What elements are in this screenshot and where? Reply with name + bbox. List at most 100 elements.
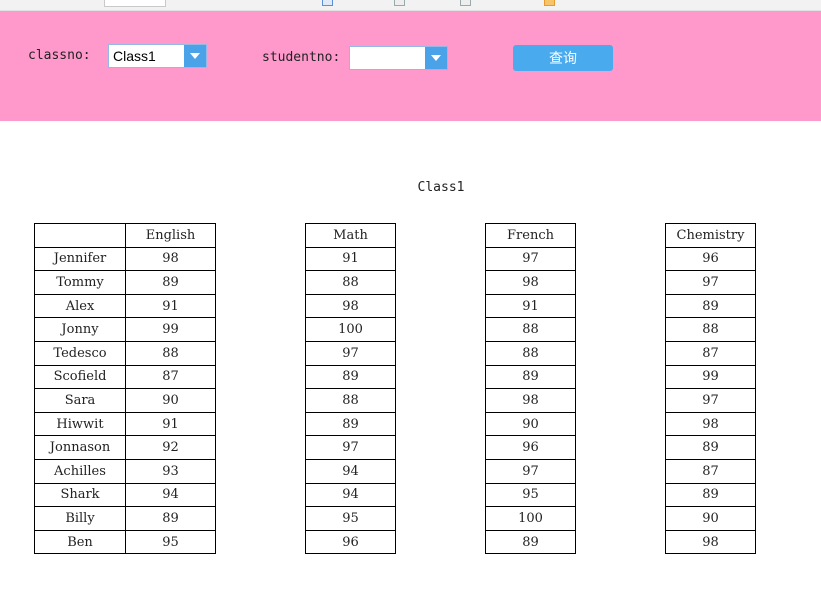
subject-header: Chemistry bbox=[665, 223, 756, 248]
score-cell: 95 bbox=[305, 506, 396, 531]
score-cell: 97 bbox=[305, 435, 396, 460]
table-row: Hiwwit 91 bbox=[34, 411, 216, 437]
table-row: Shark 94 bbox=[34, 482, 216, 508]
table-row: 96 bbox=[485, 435, 576, 460]
toolbar-tool-icon[interactable] bbox=[322, 0, 333, 6]
score-cell: 98 bbox=[665, 529, 756, 555]
score-cell: 95 bbox=[125, 529, 216, 555]
score-cell: 88 bbox=[305, 270, 396, 295]
toolbar-copy-icon[interactable] bbox=[460, 0, 471, 6]
table-row: 89 bbox=[305, 411, 396, 437]
score-cell: 88 bbox=[485, 340, 576, 366]
table-row: 100 bbox=[305, 317, 396, 342]
score-cell: 94 bbox=[305, 482, 396, 508]
score-cell: 95 bbox=[485, 482, 576, 508]
score-cell: 90 bbox=[665, 506, 756, 531]
score-cell: 98 bbox=[665, 411, 756, 437]
score-cell: 87 bbox=[125, 364, 216, 390]
table-row: Ben 95 bbox=[34, 529, 216, 555]
table-row: Alex 91 bbox=[34, 293, 216, 319]
subject-header: English bbox=[125, 223, 216, 248]
filter-panel: classno: Class1 studentno: 查询 bbox=[0, 11, 821, 121]
student-name-cell: Ben bbox=[34, 529, 126, 555]
score-cell: 89 bbox=[305, 364, 396, 390]
score-cell: 89 bbox=[125, 506, 216, 531]
score-cell: 97 bbox=[305, 340, 396, 366]
score-cell: 96 bbox=[305, 529, 396, 555]
student-name-cell: Achilles bbox=[34, 458, 126, 484]
table-row: 88 bbox=[305, 270, 396, 295]
table-row: 88 bbox=[485, 317, 576, 342]
score-cell: 89 bbox=[485, 529, 576, 555]
score-cell: 88 bbox=[665, 317, 756, 342]
classno-value[interactable]: Class1 bbox=[113, 48, 156, 64]
score-cell: 89 bbox=[125, 270, 216, 295]
student-name-cell: Shark bbox=[34, 482, 126, 508]
table-row: 95 bbox=[305, 506, 396, 531]
browser-toolbar-strip bbox=[0, 0, 821, 11]
score-cell: 89 bbox=[665, 482, 756, 508]
table-row: 95 bbox=[485, 482, 576, 508]
score-cell: 100 bbox=[305, 317, 396, 342]
score-cell: 88 bbox=[125, 340, 216, 366]
score-cell: 97 bbox=[665, 270, 756, 295]
table-row: 98 bbox=[485, 270, 576, 295]
table-row: 88 bbox=[485, 340, 576, 366]
table-row: 96 bbox=[305, 529, 396, 555]
table-row: 89 bbox=[485, 364, 576, 390]
table-row: 97 bbox=[665, 270, 756, 295]
score-cell: 97 bbox=[485, 246, 576, 272]
table-row: Scofield 87 bbox=[34, 364, 216, 390]
student-name-cell: Alex bbox=[34, 293, 126, 319]
table-row: 94 bbox=[305, 482, 396, 508]
table-row: 99 bbox=[665, 364, 756, 390]
french-score-table: French 97 98 91 88 88 89 98 90 96 97 95 100 89 bbox=[485, 223, 576, 555]
score-cell: 99 bbox=[665, 364, 756, 390]
toolbar-folder-icon[interactable] bbox=[544, 0, 555, 6]
studentno-label: studentno: bbox=[262, 50, 341, 65]
table-row: 98 bbox=[665, 529, 756, 555]
table-row: 90 bbox=[485, 411, 576, 437]
score-cell: 94 bbox=[305, 458, 396, 484]
score-cell: 98 bbox=[305, 293, 396, 319]
score-cell: 94 bbox=[125, 482, 216, 508]
table-row: 97 bbox=[665, 388, 756, 413]
score-cell: 98 bbox=[485, 270, 576, 295]
query-button[interactable]: 查询 bbox=[513, 45, 613, 71]
table-row: Jonnason 92 bbox=[34, 435, 216, 460]
table-row: Tommy 89 bbox=[34, 270, 216, 295]
table-row: 89 bbox=[305, 364, 396, 390]
studentno-combobox[interactable] bbox=[349, 46, 448, 70]
table-row: 89 bbox=[665, 482, 756, 508]
student-name-cell: Jonny bbox=[34, 317, 126, 342]
table-row: Jonny 99 bbox=[34, 317, 216, 342]
table-row: 89 bbox=[665, 435, 756, 460]
score-cell: 96 bbox=[665, 246, 756, 272]
table-row: Sara 90 bbox=[34, 388, 216, 413]
student-name-cell: Sara bbox=[34, 388, 126, 413]
classno-label: classno: bbox=[28, 48, 91, 63]
classno-combobox[interactable]: Class1 bbox=[108, 44, 207, 68]
score-cell: 89 bbox=[665, 293, 756, 319]
score-cell: 90 bbox=[125, 388, 216, 413]
chevron-down-icon[interactable] bbox=[425, 47, 447, 69]
table-row: Billy 89 bbox=[34, 506, 216, 531]
table-row: 90 bbox=[665, 506, 756, 531]
score-cell: 93 bbox=[125, 458, 216, 484]
score-cell: 88 bbox=[305, 388, 396, 413]
table-row: 98 bbox=[305, 293, 396, 319]
chevron-down-icon[interactable] bbox=[184, 45, 206, 67]
score-cell: 87 bbox=[665, 340, 756, 366]
student-name-cell: Jennifer bbox=[34, 246, 126, 272]
score-cell: 99 bbox=[125, 317, 216, 342]
toolbar-field[interactable] bbox=[104, 0, 166, 7]
table-row: Jennifer 98 bbox=[34, 246, 216, 272]
score-cell: 91 bbox=[125, 411, 216, 437]
table-row: 89 bbox=[485, 529, 576, 555]
toolbar-page-icon[interactable] bbox=[394, 0, 405, 6]
table-row: 94 bbox=[305, 458, 396, 484]
subject-header: French bbox=[485, 223, 576, 248]
score-cell: 89 bbox=[305, 411, 396, 437]
score-cell: 91 bbox=[305, 246, 396, 272]
score-cell: 97 bbox=[665, 388, 756, 413]
